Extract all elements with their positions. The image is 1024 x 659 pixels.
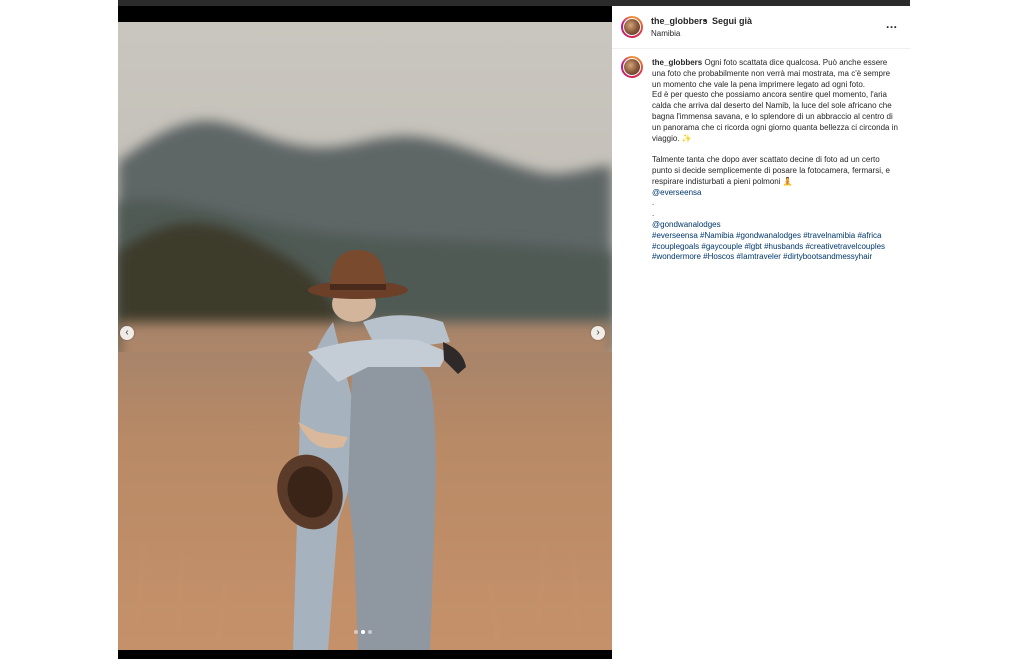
following-button[interactable]: Segui già bbox=[712, 16, 752, 26]
avatar-image bbox=[623, 18, 641, 36]
post-media: ‹ › bbox=[118, 6, 612, 659]
more-options-icon[interactable]: ... bbox=[886, 17, 898, 31]
post-location[interactable]: Namibia bbox=[651, 29, 680, 38]
carousel-next-button[interactable]: › bbox=[591, 326, 605, 340]
caption-para-2: Ed è per questo che possiamo ancora sent… bbox=[652, 90, 898, 143]
caption-author-avatar[interactable] bbox=[621, 56, 643, 78]
carousel-dot bbox=[368, 630, 372, 634]
caption-dot-2: . bbox=[652, 209, 655, 219]
post-side-panel: the_globbers • Segui già Namibia ... the… bbox=[612, 6, 910, 659]
post-photo bbox=[118, 22, 612, 650]
caption-hashtags[interactable]: #everseensa #Namibia #gondwanalodges #tr… bbox=[652, 231, 898, 263]
caption-dot-1: . bbox=[652, 198, 655, 208]
caption-para-1: the_globbers Ogni foto scattata dice qua… bbox=[652, 58, 898, 90]
mention-everseensa[interactable]: @everseensa bbox=[652, 188, 701, 197]
author-username[interactable]: the_globbers bbox=[651, 16, 708, 26]
carousel-dot-active bbox=[361, 630, 365, 634]
header-separator: • bbox=[704, 16, 708, 26]
carousel-prev-button[interactable]: ‹ bbox=[120, 326, 134, 340]
mention-gondwanalodges[interactable]: @gondwanalodges bbox=[652, 220, 721, 229]
author-avatar[interactable] bbox=[621, 16, 643, 38]
avatar-image bbox=[623, 58, 641, 76]
post-caption: the_globbers Ogni foto scattata dice qua… bbox=[652, 58, 898, 263]
carousel-dot bbox=[354, 630, 358, 634]
carousel-dots bbox=[354, 630, 372, 634]
caption-username[interactable]: the_globbers bbox=[652, 58, 702, 67]
post-header: the_globbers • Segui già Namibia ... bbox=[612, 6, 910, 49]
caption-para-3: Talmente tanta che dopo aver scattato de… bbox=[652, 155, 890, 186]
